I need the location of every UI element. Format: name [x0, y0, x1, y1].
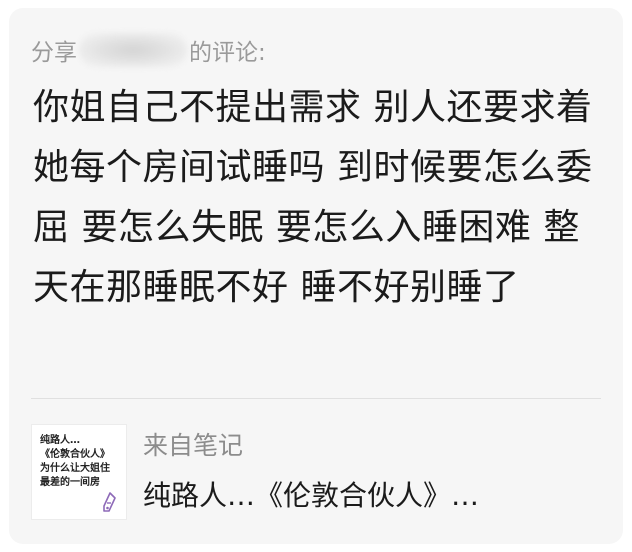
share-header: 分享 的评论:: [31, 30, 266, 70]
thumbnail-line: 为什么让大姐住: [40, 463, 110, 474]
shared-comment-card[interactable]: 分享 的评论: 你姐自己不提出需求 别人还要求着她每个房间试睡吗 到时候要怎么委…: [9, 8, 623, 544]
share-suffix: 的评论:: [189, 40, 266, 66]
thumbnail-line: 纯路人…: [40, 435, 80, 446]
share-prefix: 分享: [31, 40, 77, 66]
blurred-username: [79, 33, 187, 67]
note-source-label: 来自笔记: [143, 431, 244, 460]
thumbnail-line: 《伦敦合伙人》: [40, 449, 110, 460]
note-thumbnail[interactable]: 纯路人… 《伦敦合伙人》 为什么让大姐住 最差的一间房: [31, 424, 127, 520]
source-note-link[interactable]: 纯路人… 《伦敦合伙人》 为什么让大姐住 最差的一间房 来自笔记 纯路人…《伦敦…: [31, 424, 601, 524]
divider: [31, 398, 601, 399]
thumbnail-text: 纯路人… 《伦敦合伙人》 为什么让大姐住 最差的一间房: [40, 434, 124, 490]
comment-text: 你姐自己不提出需求 别人还要求着她每个房间试睡吗 到时候要怎么委屈 要怎么失眠 …: [33, 87, 593, 308]
note-pencil-icon: [103, 492, 116, 512]
thumbnail-line: 最差的一间房: [40, 477, 100, 488]
note-title[interactable]: 纯路人…《伦敦合伙人》…: [143, 474, 479, 514]
